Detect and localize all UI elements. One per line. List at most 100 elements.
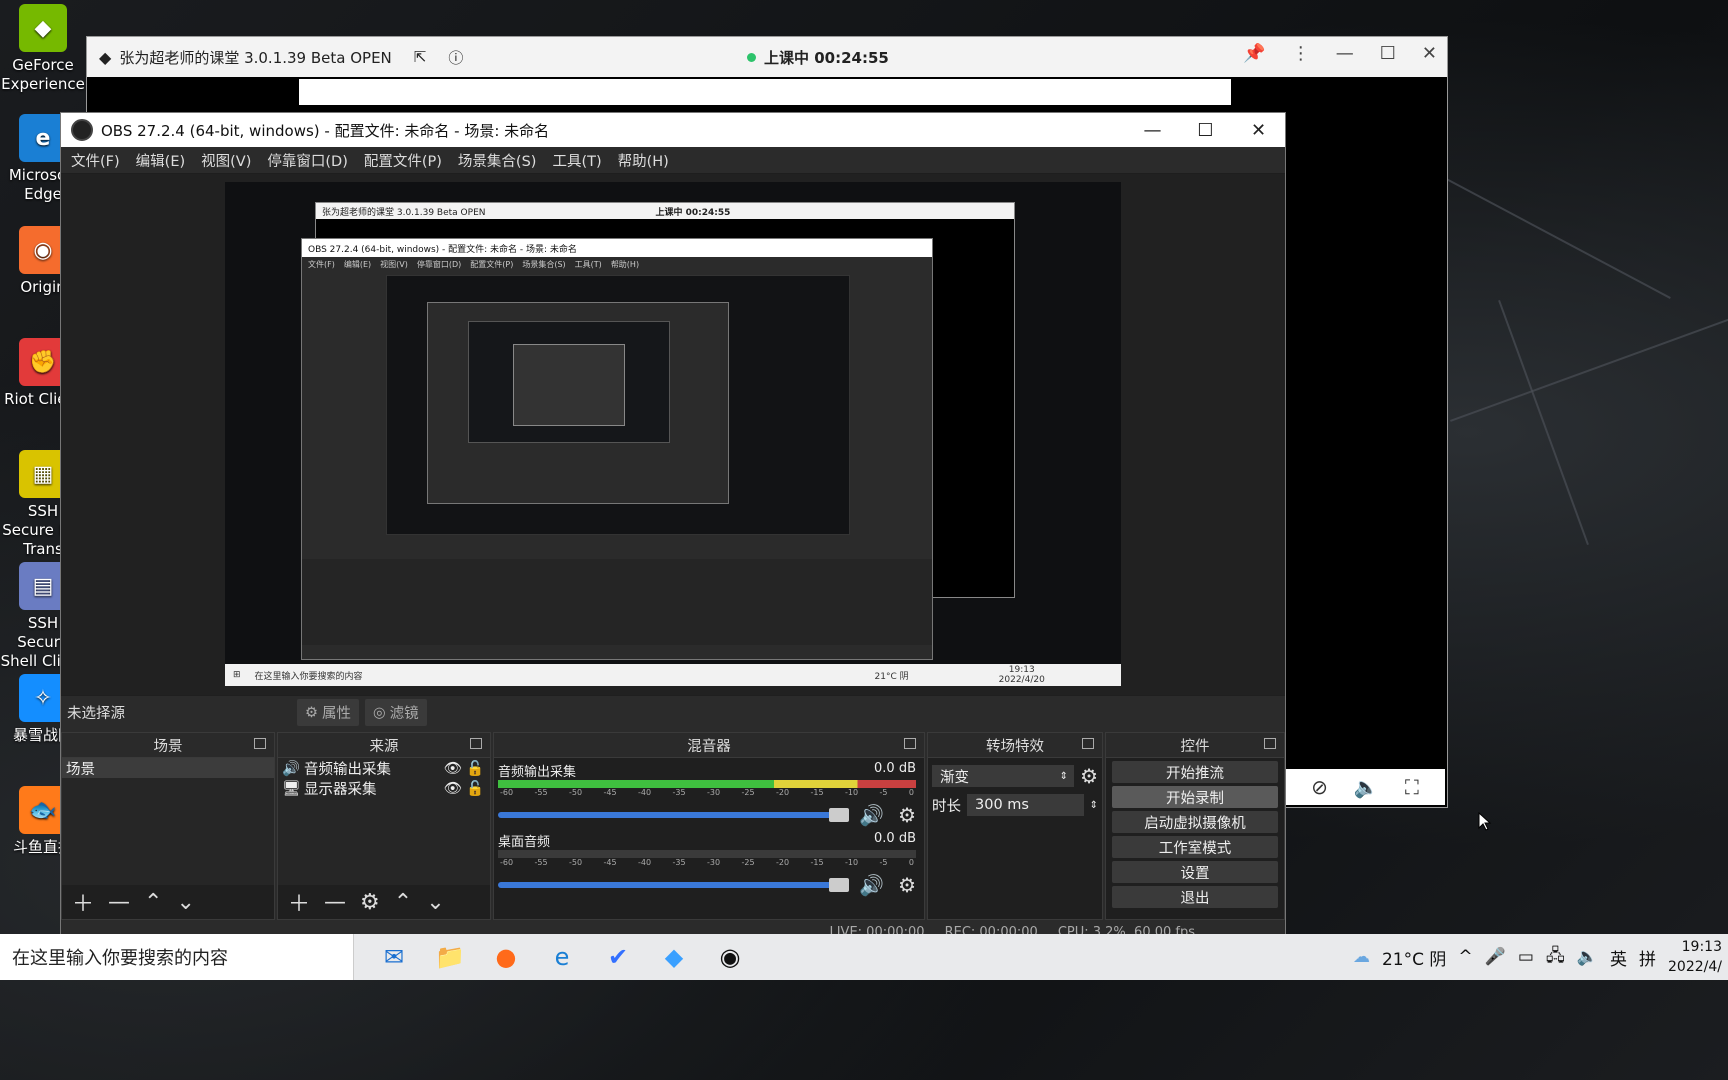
feishu-icon[interactable]: ✔ — [594, 934, 642, 980]
close-icon[interactable]: ✕ — [1422, 43, 1437, 64]
move-up-icon[interactable]: ⌃ — [144, 890, 162, 915]
mute-speaker-icon[interactable]: 🔊 — [859, 873, 884, 897]
source-item[interactable]: 🖥 显示器采集 👁 🔓 — [278, 778, 490, 798]
move-up-icon[interactable]: ⌃ — [394, 890, 412, 915]
scene-item[interactable]: 场景 — [62, 758, 274, 778]
chevron-up-icon[interactable]: ^ — [1458, 947, 1472, 967]
obs-preview[interactable]: 张为超老师的课堂 3.0.1.39 Beta OPEN 上课中 00:24:55… — [61, 174, 1285, 695]
volume-knob[interactable] — [829, 808, 850, 822]
close-icon[interactable]: ✕ — [1232, 113, 1285, 147]
undock-icon[interactable] — [1264, 738, 1276, 749]
lock-icon[interactable]: 🔓 — [466, 760, 484, 777]
maximize-icon[interactable]: ☐ — [1380, 43, 1396, 64]
speaker-icon: 🔊 — [282, 760, 301, 777]
start-recording-button[interactable]: 开始录制 — [1112, 786, 1278, 808]
move-down-icon[interactable]: ⌄ — [426, 890, 444, 915]
menu-file[interactable]: 文件(F) — [71, 150, 120, 171]
transitions-dock: 转场特效 渐变 ⇕ ⚙ 时长 300 ms ⇕ — [927, 732, 1103, 920]
obs-titlebar[interactable]: OBS 27.2.4 (64-bit, windows) - 配置文件: 未命名… — [61, 113, 1285, 147]
menu-edit[interactable]: 编辑(E) — [136, 150, 185, 171]
menu-help[interactable]: 帮助(H) — [618, 150, 669, 171]
menu-scene-collection[interactable]: 场景集合(S) — [458, 150, 537, 171]
more-icon[interactable]: ⋮ — [1292, 43, 1310, 64]
microphone-icon[interactable]: 🎤 — [1485, 947, 1506, 967]
meter-tick: -40 — [638, 858, 652, 867]
external-link-icon[interactable]: ⇱ — [414, 48, 427, 66]
volume-knob[interactable] — [829, 878, 850, 892]
ime-lang[interactable]: 英 — [1610, 945, 1627, 970]
start-streaming-button[interactable]: 开始推流 — [1112, 761, 1278, 783]
nested-taskbar: ⊞ 在这里输入你要搜索的内容 21°C 阴 19:13 2022/4/20 — [225, 664, 1121, 686]
minimize-icon[interactable]: — — [1126, 113, 1179, 147]
source-item[interactable]: 🔊 音频输出采集 👁 🔓 — [278, 758, 490, 778]
classroom-titlebar[interactable]: ◆ 张为超老师的课堂 3.0.1.39 Beta OPEN ⇱ ⓘ 上课中 00… — [87, 37, 1447, 78]
classroom-logo-icon: ◆ — [99, 47, 112, 67]
mixer-dock: 混音器 音频输出采集 0.0 dB -60 -55 -50 -45 -40 -35 -30-… — [493, 732, 925, 920]
undock-icon[interactable] — [254, 738, 266, 749]
scenes-dock: 场景 场景 ＋ — ⌃ ⌄ — [61, 732, 275, 920]
add-icon[interactable]: ＋ — [288, 886, 310, 918]
eye-icon[interactable]: 👁 — [444, 760, 462, 777]
ime-mode[interactable]: 拼 — [1639, 945, 1656, 970]
wallpaper-crack — [1450, 317, 1728, 422]
edge-icon[interactable]: e — [538, 934, 586, 980]
eye-icon[interactable]: 👁 — [444, 780, 462, 797]
desktop-icon[interactable]: ◆ GeForce Experience — [0, 4, 86, 94]
meter-tick: -45 — [603, 788, 617, 797]
fullscreen-icon[interactable]: ⛶ — [1405, 775, 1419, 799]
gear-icon[interactable]: ⚙ — [360, 890, 380, 915]
speaker-icon[interactable]: 🔈 — [1354, 775, 1379, 799]
mute-speaker-icon[interactable]: 🔊 — [859, 803, 884, 827]
remove-icon[interactable]: — — [108, 890, 130, 915]
maximize-icon[interactable]: ☐ — [1179, 113, 1232, 147]
undock-icon[interactable] — [1082, 738, 1094, 749]
transition-select[interactable]: 渐变 ⇕ — [932, 765, 1075, 787]
studio-mode-button[interactable]: 工作室模式 — [1112, 836, 1278, 858]
stepper-icon[interactable]: ⇕ — [1090, 800, 1098, 811]
move-down-icon[interactable]: ⌄ — [176, 890, 194, 915]
lock-icon[interactable]: 🔓 — [466, 780, 484, 797]
obs-icon[interactable]: ◉ — [706, 934, 754, 980]
gear-icon[interactable]: ⚙ — [898, 803, 916, 827]
sources-list[interactable]: 🔊 音频输出采集 👁 🔓 🖥 显示器采集 👁 🔓 — [278, 758, 490, 885]
battery-icon[interactable]: ▭ — [1518, 947, 1534, 967]
level-meter — [498, 780, 916, 788]
minimize-icon[interactable]: — — [1336, 43, 1354, 64]
clock[interactable]: 19:13 2022/4/ — [1668, 937, 1722, 977]
weather-text[interactable]: 21°C 阴 — [1382, 945, 1446, 970]
properties-button[interactable]: ⚙ 属性 — [297, 699, 359, 726]
firefox-icon[interactable]: ● — [482, 934, 530, 980]
volume-slider[interactable] — [498, 878, 850, 892]
pin-icon[interactable]: 📌 — [1243, 43, 1265, 64]
remove-icon[interactable]: — — [324, 890, 346, 915]
volume-icon[interactable]: 🔈 — [1577, 947, 1598, 967]
taskbar-search[interactable]: 在这里输入你要搜索的内容 — [0, 934, 354, 980]
source-item-label: 显示器采集 — [304, 781, 377, 798]
nested-menu-item: 场景集合(S) — [522, 259, 566, 269]
undock-icon[interactable] — [470, 738, 482, 749]
filters-button[interactable]: ◎ 滤镜 — [365, 699, 427, 726]
menu-view[interactable]: 视图(V) — [201, 150, 251, 171]
classroom-title: 张为超老师的课堂 3.0.1.39 Beta OPEN — [119, 48, 392, 67]
gear-icon[interactable]: ⚙ — [1080, 764, 1098, 788]
menu-tools[interactable]: 工具(T) — [552, 150, 601, 171]
camera-off-icon[interactable]: ⊘ — [1311, 775, 1328, 799]
menu-docks[interactable]: 停靠窗口(D) — [267, 150, 347, 171]
desktop-icon-label: GeForce Experience — [1, 56, 85, 93]
undock-icon[interactable] — [904, 738, 916, 749]
settings-button[interactable]: 设置 — [1112, 861, 1278, 883]
exit-button[interactable]: 退出 — [1112, 886, 1278, 908]
info-icon[interactable]: ⓘ — [448, 47, 463, 68]
network-icon[interactable]: 🖧 — [1546, 943, 1565, 972]
folder-icon[interactable]: 📁 — [426, 934, 474, 980]
mail-icon[interactable]: ✉ — [370, 934, 418, 980]
start-virtual-camera-button[interactable]: 启动虚拟摄像机 — [1112, 811, 1278, 833]
gear-icon[interactable]: ⚙ — [898, 873, 916, 897]
add-icon[interactable]: ＋ — [72, 886, 94, 918]
classroom-icon[interactable]: ◆ — [650, 934, 698, 980]
nested-obs-preview-level2 — [468, 321, 670, 443]
menu-profile[interactable]: 配置文件(P) — [364, 150, 442, 171]
volume-slider[interactable] — [498, 808, 850, 822]
scenes-list[interactable]: 场景 — [62, 758, 274, 885]
duration-input[interactable]: 300 ms — [967, 794, 1084, 816]
